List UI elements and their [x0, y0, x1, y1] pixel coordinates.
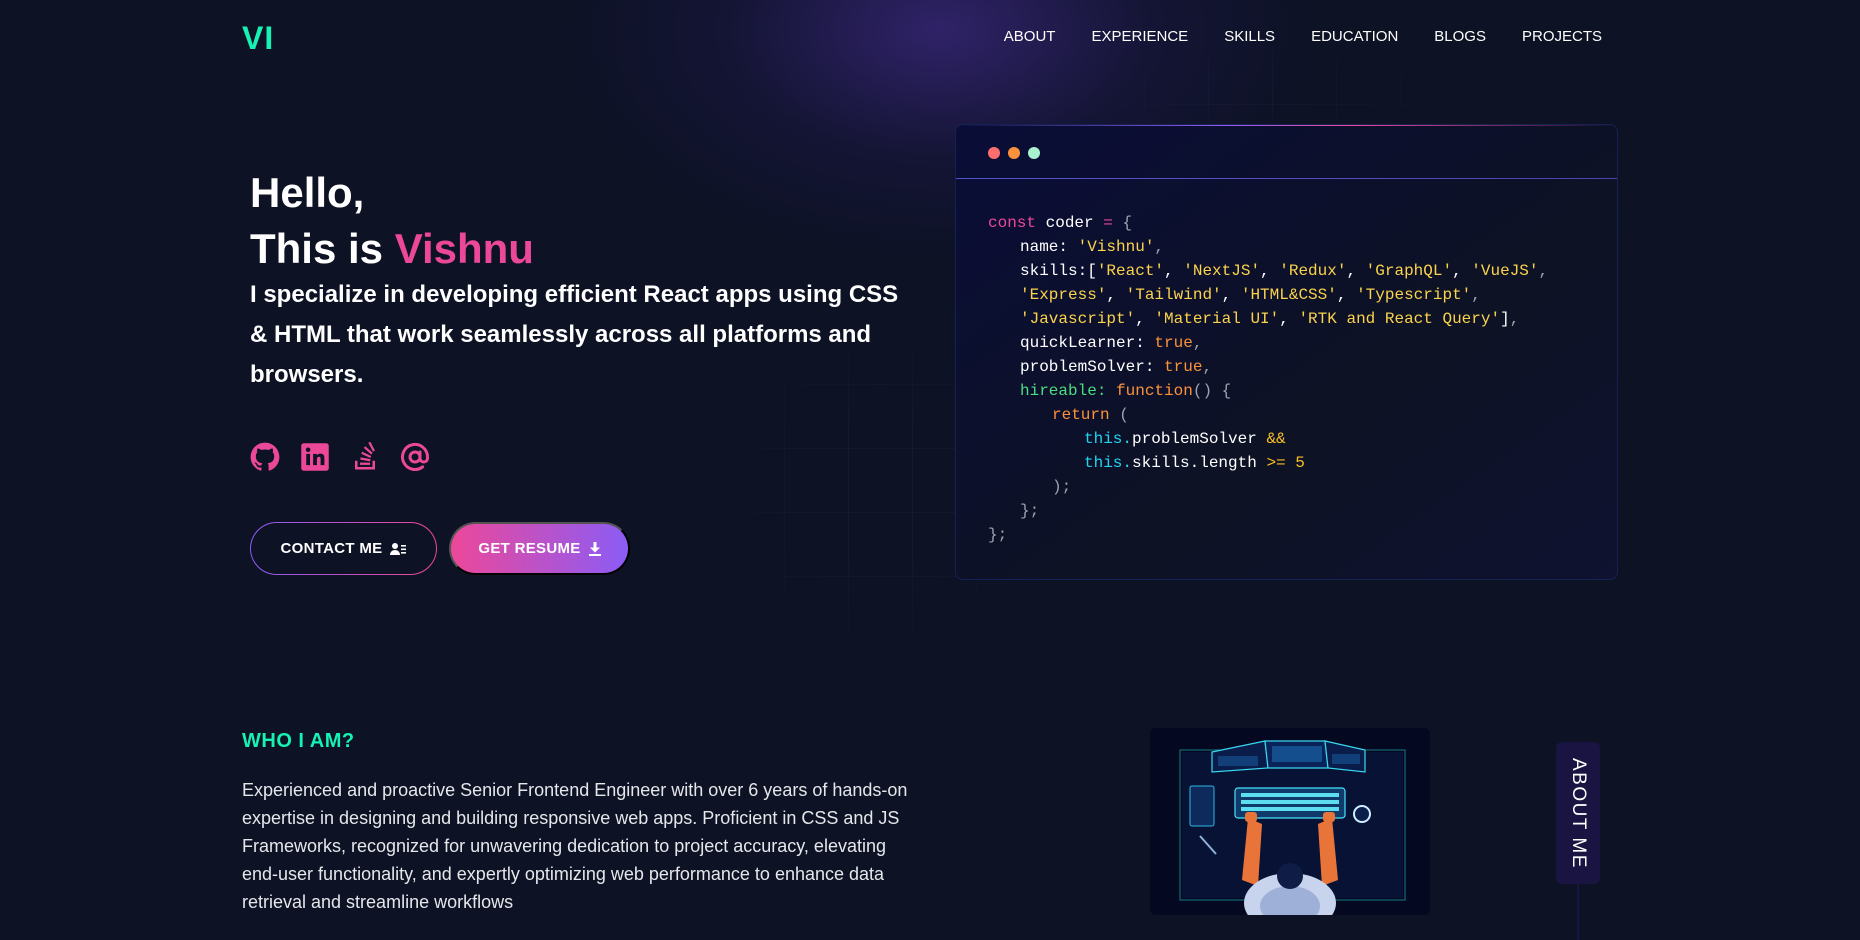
code-line: name: 'Vishnu', [1020, 238, 1165, 256]
window-dot-green [1028, 147, 1040, 159]
nav-link-education[interactable]: EDUCATION [1293, 28, 1416, 45]
about-me-side-tab: ABOUT ME [1556, 742, 1600, 884]
get-resume-button[interactable]: GET RESUME [449, 522, 630, 575]
window-controls [988, 147, 1040, 159]
code-line: 'Express', 'Tailwind', 'HTML&CSS', 'Type… [1020, 286, 1481, 304]
nav-link-blogs[interactable]: BLOGS [1416, 28, 1504, 45]
get-resume-label: GET RESUME [478, 540, 581, 557]
code-line: skills:['React', 'NextJS', 'Redux', 'Gra… [1020, 262, 1549, 280]
code-line: hireable: function() { [1020, 382, 1232, 400]
linkedin-icon[interactable] [300, 442, 330, 472]
developer-illustration [1150, 728, 1430, 915]
nav-link-projects[interactable]: PROJECTS [1504, 28, 1602, 45]
hero-name: Vishnu [394, 225, 534, 272]
code-line: quickLearner: true, [1020, 334, 1203, 352]
code-line: ); [1052, 478, 1072, 496]
code-line: }; [1020, 502, 1040, 520]
github-icon[interactable] [250, 442, 280, 472]
nav-link-experience[interactable]: EXPERIENCE [1073, 28, 1206, 45]
hero-title: Hello, This is Vishnu [250, 165, 534, 277]
stackoverflow-icon[interactable] [350, 442, 380, 472]
code-line: const coder = { [988, 214, 1133, 232]
about-me-side-label: ABOUT ME [1568, 757, 1589, 869]
hero-intro-prefix: This is [250, 225, 395, 272]
code-window: const coder = { name: 'Vishnu', skills:['R… [955, 124, 1618, 580]
code-block: const coder = { name: 'Vishnu', skills:['R… [988, 211, 1548, 547]
code-line: this.problemSolver && [1084, 430, 1286, 448]
main-nav: ABOUT EXPERIENCE SKILLS EDUCATION BLOGS … [986, 28, 1602, 45]
window-dot-red [988, 147, 1000, 159]
window-dot-orange [1008, 147, 1020, 159]
contact-me-label: CONTACT ME [280, 540, 383, 557]
code-line: 'Javascript', 'Material UI', 'RTK and Re… [1020, 310, 1520, 328]
code-window-top-border [956, 125, 1617, 126]
about-me-connector-line [1577, 884, 1579, 940]
at-sign-icon[interactable] [400, 442, 430, 472]
about-heading: WHO I AM? [242, 730, 355, 752]
code-line: this.skills.length >= 5 [1084, 454, 1305, 472]
social-links [250, 442, 430, 472]
about-text: Experienced and proactive Senior Fronten… [242, 780, 908, 912]
site-logo[interactable]: VI [242, 20, 274, 57]
code-line: }; [988, 526, 1008, 544]
code-line: problemSolver: true, [1020, 358, 1213, 376]
hero-subtitle: I specialize in developing efficient Rea… [250, 281, 899, 388]
contact-card-icon [390, 542, 407, 556]
download-icon [588, 541, 601, 556]
code-window-divider [956, 178, 1617, 179]
contact-me-button[interactable]: CONTACT ME [250, 522, 437, 575]
nav-link-about[interactable]: ABOUT [986, 28, 1074, 45]
nav-link-skills[interactable]: SKILLS [1206, 28, 1293, 45]
code-line: return ( [1052, 406, 1129, 424]
hero-greeting: Hello, [250, 169, 365, 216]
